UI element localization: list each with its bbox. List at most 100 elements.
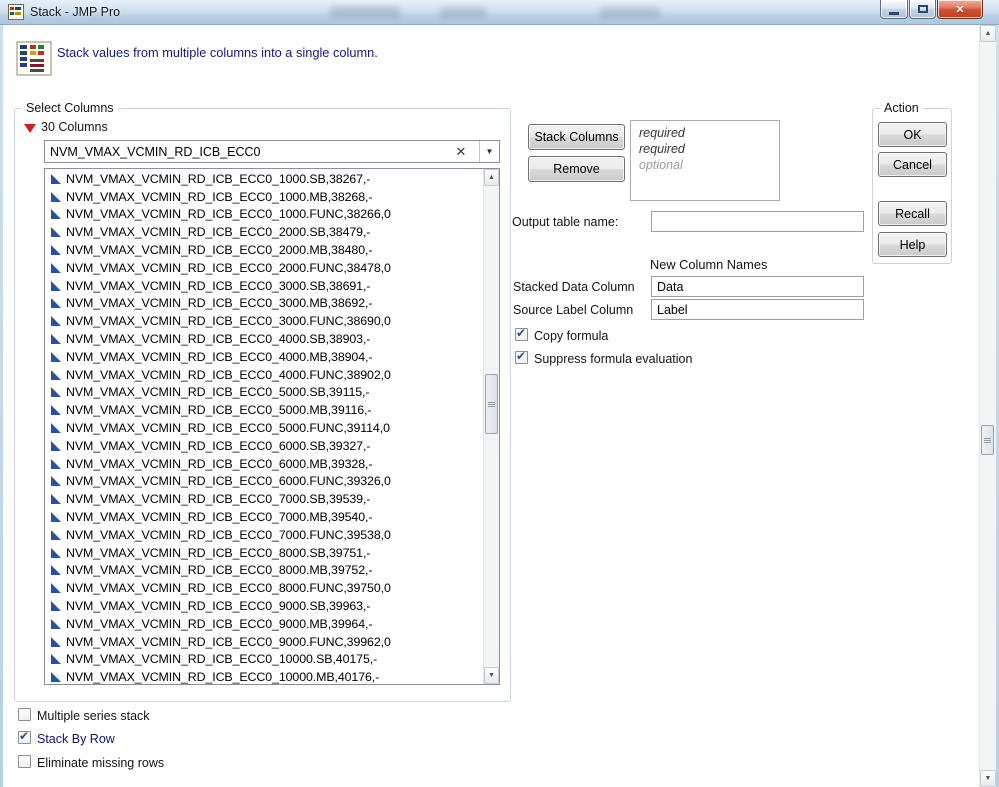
column-list-item[interactable]: NVM_VMAX_VCMIN_RD_ICB_ECC0_10000.MB,4017…	[45, 668, 482, 684]
stack-by-row-checkbox[interactable]	[18, 729, 31, 744]
output-table-name-input[interactable]	[651, 211, 864, 232]
close-button[interactable]: ✕	[937, 0, 983, 19]
filter-dropdown-button[interactable]: ▼	[479, 141, 499, 162]
list-scroll-up-button[interactable]: ▲	[484, 169, 499, 186]
remove-button[interactable]: Remove	[528, 156, 625, 182]
source-label-column-input[interactable]	[651, 299, 864, 320]
multiple-series-stack-checkbox[interactable]	[18, 708, 31, 721]
action-group-label: Action	[880, 101, 923, 115]
column-list-item[interactable]: NVM_VMAX_VCMIN_RD_ICB_ECC0_5000.MB,39116…	[45, 401, 482, 419]
continuous-column-icon	[51, 316, 61, 327]
column-list-item[interactable]: NVM_VMAX_VCMIN_RD_ICB_ECC0_1000.FUNC,382…	[45, 206, 482, 224]
window-frame-left	[0, 25, 3, 787]
column-name: NVM_VMAX_VCMIN_RD_ICB_ECC0_3000.FUNC,386…	[66, 314, 391, 329]
column-list-item[interactable]: NVM_VMAX_VCMIN_RD_ICB_ECC0_8000.SB,39751…	[45, 544, 482, 562]
column-list-item[interactable]: NVM_VMAX_VCMIN_RD_ICB_ECC0_7000.SB,39539…	[45, 490, 482, 508]
continuous-column-icon	[51, 280, 61, 291]
cancel-button[interactable]: Cancel	[878, 152, 947, 177]
column-name: NVM_VMAX_VCMIN_RD_ICB_ECC0_4000.FUNC,389…	[66, 367, 391, 382]
help-button[interactable]: Help	[878, 232, 947, 257]
background-window-artifact	[440, 7, 486, 18]
column-list-item[interactable]: NVM_VMAX_VCMIN_RD_ICB_ECC0_4000.MB,38904…	[45, 348, 482, 366]
drop-slot-required: required	[639, 142, 685, 156]
source-label-column-label: Source Label Column	[513, 303, 634, 317]
column-name: NVM_VMAX_VCMIN_RD_ICB_ECC0_2000.FUNC,384…	[66, 260, 391, 275]
column-name: NVM_VMAX_VCMIN_RD_ICB_ECC0_9000.FUNC,399…	[66, 634, 391, 649]
column-list-item[interactable]: NVM_VMAX_VCMIN_RD_ICB_ECC0_6000.FUNC,393…	[45, 473, 482, 491]
window-scrollbar-thumb[interactable]	[981, 425, 994, 455]
column-list-item[interactable]: NVM_VMAX_VCMIN_RD_ICB_ECC0_3000.FUNC,386…	[45, 312, 482, 330]
continuous-column-icon	[51, 672, 61, 683]
column-name: NVM_VMAX_VCMIN_RD_ICB_ECC0_1000.SB,38267…	[66, 171, 371, 186]
column-name: NVM_VMAX_VCMIN_RD_ICB_ECC0_7000.FUNC,395…	[66, 527, 391, 542]
column-name: NVM_VMAX_VCMIN_RD_ICB_ECC0_2000.SB,38479…	[66, 225, 371, 240]
stack-columns-button[interactable]: Stack Columns	[528, 124, 625, 150]
column-name: NVM_VMAX_VCMIN_RD_ICB_ECC0_4000.MB,38904…	[66, 349, 373, 364]
stack-dialog-window: Stack - JMP Pro ✕ Stack values from mult…	[0, 0, 999, 787]
column-name: NVM_VMAX_VCMIN_RD_ICB_ECC0_8000.MB,39752…	[66, 563, 373, 578]
maximize-button[interactable]	[909, 0, 936, 19]
column-list-item[interactable]: NVM_VMAX_VCMIN_RD_ICB_ECC0_2000.MB,38480…	[45, 241, 482, 259]
continuous-column-icon	[51, 298, 61, 309]
column-list-item[interactable]: NVM_VMAX_VCMIN_RD_ICB_ECC0_9000.FUNC,399…	[45, 633, 482, 651]
column-list-item[interactable]: NVM_VMAX_VCMIN_RD_ICB_ECC0_3000.SB,38691…	[45, 277, 482, 295]
multiple-series-stack-label: Multiple series stack	[37, 709, 150, 723]
continuous-column-icon	[51, 476, 61, 487]
continuous-column-icon	[51, 636, 61, 647]
column-name: NVM_VMAX_VCMIN_RD_ICB_ECC0_7000.SB,39539…	[66, 492, 371, 507]
continuous-column-icon	[51, 209, 61, 220]
recall-button[interactable]: Recall	[878, 201, 947, 226]
column-list-item[interactable]: NVM_VMAX_VCMIN_RD_ICB_ECC0_1000.MB,38268…	[45, 188, 482, 206]
column-name: NVM_VMAX_VCMIN_RD_ICB_ECC0_1000.FUNC,382…	[66, 207, 391, 222]
window-scroll-up-button[interactable]: ▲	[980, 25, 996, 42]
list-scrollbar[interactable]: ▲ ▼	[483, 169, 499, 684]
column-list-item[interactable]: NVM_VMAX_VCMIN_RD_ICB_ECC0_2000.SB,38479…	[45, 223, 482, 241]
continuous-column-icon	[51, 583, 61, 594]
stack-columns-drop-zone[interactable]: required required optional	[630, 120, 780, 201]
titlebar[interactable]: Stack - JMP Pro ✕	[0, 0, 999, 25]
column-list-item[interactable]: NVM_VMAX_VCMIN_RD_ICB_ECC0_2000.FUNC,384…	[45, 259, 482, 277]
column-name: NVM_VMAX_VCMIN_RD_ICB_ECC0_8000.SB,39751…	[66, 545, 371, 560]
minimize-icon	[889, 11, 899, 15]
column-list-item[interactable]: NVM_VMAX_VCMIN_RD_ICB_ECC0_7000.MB,39540…	[45, 508, 482, 526]
column-list-item[interactable]: NVM_VMAX_VCMIN_RD_ICB_ECC0_6000.MB,39328…	[45, 455, 482, 473]
eliminate-missing-rows-checkbox[interactable]	[18, 755, 31, 768]
column-filter-input[interactable]	[45, 141, 463, 162]
column-list-item[interactable]: NVM_VMAX_VCMIN_RD_ICB_ECC0_9000.MB,39964…	[45, 615, 482, 633]
continuous-column-icon	[51, 458, 61, 469]
window-scrollbar[interactable]: ▲ ▼	[979, 25, 996, 787]
column-list-item[interactable]: NVM_VMAX_VCMIN_RD_ICB_ECC0_6000.SB,39327…	[45, 437, 482, 455]
column-list-item[interactable]: NVM_VMAX_VCMIN_RD_ICB_ECC0_8000.FUNC,397…	[45, 579, 482, 597]
list-scroll-down-button[interactable]: ▼	[484, 667, 499, 684]
column-list-item[interactable]: NVM_VMAX_VCMIN_RD_ICB_ECC0_10000.SB,4017…	[45, 651, 482, 669]
continuous-column-icon	[51, 654, 61, 665]
columns-count-label: 30 Columns	[41, 120, 108, 134]
column-name: NVM_VMAX_VCMIN_RD_ICB_ECC0_1000.MB,38268…	[66, 189, 373, 204]
column-name: NVM_VMAX_VCMIN_RD_ICB_ECC0_9000.MB,39964…	[66, 616, 373, 631]
red-triangle-menu-icon[interactable]	[24, 124, 36, 133]
column-list-item[interactable]: NVM_VMAX_VCMIN_RD_ICB_ECC0_5000.SB,39115…	[45, 384, 482, 402]
minimize-button[interactable]	[880, 0, 908, 19]
column-list-item[interactable]: NVM_VMAX_VCMIN_RD_ICB_ECC0_3000.MB,38692…	[45, 295, 482, 313]
column-list-item[interactable]: NVM_VMAX_VCMIN_RD_ICB_ECC0_5000.FUNC,391…	[45, 419, 482, 437]
stack-by-row-label: Stack By Row	[37, 732, 115, 746]
column-list-item[interactable]: NVM_VMAX_VCMIN_RD_ICB_ECC0_9000.SB,39963…	[45, 597, 482, 615]
column-list-item[interactable]: NVM_VMAX_VCMIN_RD_ICB_ECC0_4000.FUNC,389…	[45, 366, 482, 384]
drop-slot-required: required	[639, 126, 685, 140]
window-scroll-down-button[interactable]: ▼	[980, 770, 996, 787]
list-scrollbar-thumb[interactable]	[485, 374, 498, 434]
copy-formula-checkbox[interactable]	[515, 326, 528, 341]
scrollbar-grip-icon	[984, 437, 991, 443]
stacked-data-column-input[interactable]	[651, 276, 864, 297]
column-list[interactable]: NVM_VMAX_VCMIN_RD_ICB_ECC0_1000.SB,38267…	[45, 170, 482, 684]
column-list-item[interactable]: NVM_VMAX_VCMIN_RD_ICB_ECC0_8000.MB,39752…	[45, 562, 482, 580]
clear-filter-icon[interactable]: ✕	[453, 143, 469, 160]
column-list-item[interactable]: NVM_VMAX_VCMIN_RD_ICB_ECC0_4000.SB,38903…	[45, 330, 482, 348]
suppress-formula-evaluation-checkbox[interactable]	[515, 349, 528, 364]
ok-button[interactable]: OK	[878, 122, 947, 147]
column-list-item[interactable]: NVM_VMAX_VCMIN_RD_ICB_ECC0_1000.SB,38267…	[45, 170, 482, 188]
drop-slot-optional: optional	[639, 158, 683, 172]
column-name: NVM_VMAX_VCMIN_RD_ICB_ECC0_9000.SB,39963…	[66, 599, 371, 614]
column-list-item[interactable]: NVM_VMAX_VCMIN_RD_ICB_ECC0_7000.FUNC,395…	[45, 526, 482, 544]
column-name: NVM_VMAX_VCMIN_RD_ICB_ECC0_3000.MB,38692…	[66, 296, 373, 311]
